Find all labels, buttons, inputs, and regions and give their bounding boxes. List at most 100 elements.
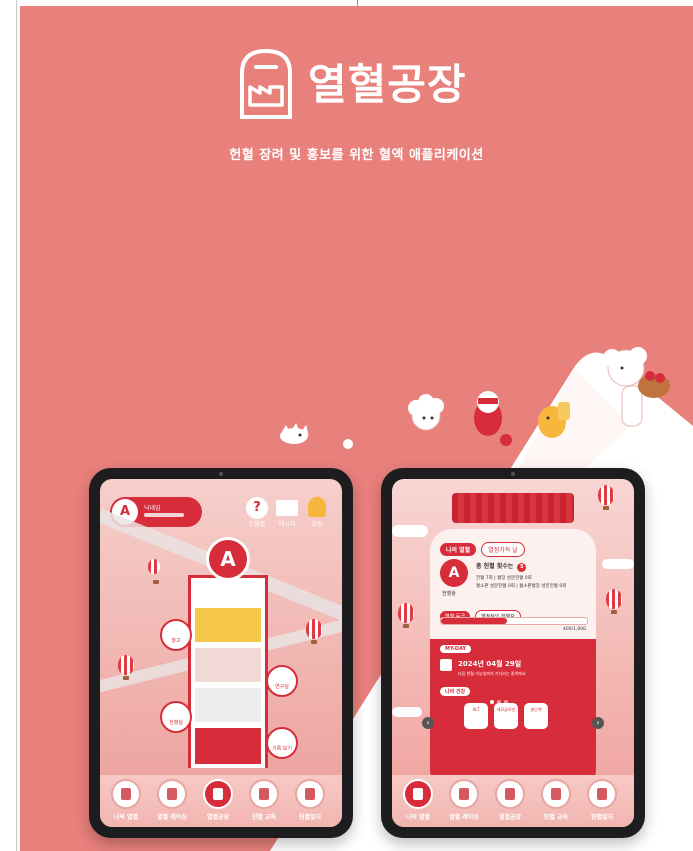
left-tablet: A 닉네임 ? 도움말 메시지 알림 A 창고 연구실 헌혈실 기록 보기 나의… (89, 468, 353, 838)
hot-air-balloon (118, 655, 134, 680)
bell-icon (308, 497, 326, 517)
building-floor (195, 648, 261, 682)
nav-icon (295, 779, 325, 809)
nav-label: 나의 열혈 (405, 814, 431, 821)
nav-item[interactable]: 헌혈 교육 (536, 779, 576, 821)
prev-arrow-button[interactable]: ‹ (422, 717, 434, 729)
tab-row: 나의 열혈 열정가득 날 (440, 537, 525, 557)
nav-icon (157, 779, 187, 809)
frame-divider (16, 0, 17, 851)
floor-bubble[interactable]: 연구실 (266, 665, 298, 697)
hot-air-balloon (606, 589, 622, 614)
building-floor (195, 608, 261, 642)
top-icon-mail[interactable]: 메시지 (274, 497, 300, 528)
top-icon-help[interactable]: ? 도움말 (244, 497, 270, 528)
floor-bubble[interactable]: 기록 보기 (266, 727, 298, 759)
bottle-cap (452, 493, 574, 523)
tab-passion[interactable]: 열정가득 날 (481, 542, 525, 557)
cloud (392, 525, 428, 537)
myday-desc: 다음 헌혈 가능일까지 기다리는 중이에요 (458, 671, 526, 676)
myday-date: 2024년 04월 29일 (458, 660, 522, 668)
blood-type-drop: A (440, 559, 468, 587)
nav-label: 헌혈 교육 (251, 814, 277, 821)
floor-bubble[interactable]: 헌혈실 (160, 701, 192, 733)
nav-item[interactable]: 헌혈 교육 (244, 779, 284, 821)
progress-track (440, 617, 588, 625)
progress-text: 400/1,000 (563, 627, 586, 632)
nav-icon (111, 779, 141, 809)
nav-label: 열혈공장 (498, 814, 522, 821)
left-tablet-screen: A 닉네임 ? 도움말 메시지 알림 A 창고 연구실 헌혈실 기록 보기 나의… (100, 479, 342, 827)
camera-dot (219, 472, 223, 476)
next-arrow-button[interactable]: › (592, 717, 604, 729)
hot-air-balloon (598, 485, 614, 510)
profile-bar (144, 513, 184, 517)
nav-label: 열혈공장 (206, 814, 230, 821)
nav-item[interactable]: 헌혈일지 (582, 779, 622, 821)
poster: 열혈공장 헌혈 장려 및 홍보를 위한 혈액 애플리케이션 A 닉네임 ? 도움… (20, 6, 693, 851)
nav-icon (449, 779, 479, 809)
hot-air-balloon (148, 559, 160, 584)
count-value: 5 (517, 563, 527, 572)
health-label: 나의 건강 (440, 687, 471, 696)
question-icon: ? (246, 497, 268, 519)
nav-label: 나의 열혈 (113, 814, 139, 821)
card-red-section: MY-DAY 2024년 04월 29일 다음 헌혈 가능일까지 기다리는 중이… (430, 639, 596, 781)
top-icon-label: 도움말 (248, 521, 266, 528)
info-line-1: 전혈 7회 | 혈장 성분헌혈 0회 (476, 576, 532, 581)
blood-caption: 헌혈왕 (442, 591, 456, 597)
top-icon-label: 메시지 (278, 521, 296, 528)
nav-item[interactable]: 열혈공장 (490, 779, 530, 821)
nav-item[interactable]: 열혈 레이싱 (152, 779, 192, 821)
nav-label: 헌혈일지 (298, 814, 322, 821)
nav-icon (541, 779, 571, 809)
nav-icon (203, 779, 233, 809)
app-logo: 열혈공장 (236, 43, 506, 123)
health-item[interactable]: ALT (464, 703, 488, 729)
top-icon-label: 알림 (311, 521, 323, 528)
myday-label: MY-DAY (440, 645, 472, 653)
factory-logo-icon (240, 48, 292, 119)
building-floor (195, 688, 261, 722)
mail-icon (276, 500, 298, 516)
app-title: 열혈공장 (308, 60, 467, 109)
nav-item[interactable]: 열혈 레이싱 (444, 779, 484, 821)
count-text: 총 헌혈 횟수는 (476, 563, 514, 570)
top-icon-bell[interactable]: 알림 (304, 497, 330, 528)
mascot-characters (279, 347, 670, 449)
blood-type-sign[interactable]: A (206, 537, 250, 581)
profile-name: 닉네임 (144, 505, 161, 512)
bottom-nav: 나의 열혈 열혈 레이싱 열혈공장 헌혈 교육 헌혈일지 (100, 775, 342, 827)
bottom-nav: 나의 열혈 열혈 레이싱 열혈공장 헌혈 교육 헌혈일지 (392, 775, 634, 827)
factory-building (188, 575, 268, 768)
building-floor (195, 728, 261, 764)
health-item[interactable]: 총단백 (524, 703, 548, 729)
right-tablet-screen: 나의 열혈 열정가득 날 A 헌혈왕 총 헌혈 횟수는 5 전혈 7회 | 혈장… (392, 479, 634, 827)
nav-icon (403, 779, 433, 809)
hot-air-balloon (398, 603, 414, 628)
nav-label: 헌혈 교육 (543, 814, 569, 821)
calendar-icon (440, 659, 452, 671)
status-card: 나의 열혈 열정가득 날 A 헌혈왕 총 헌혈 횟수는 5 전혈 7회 | 혈장… (430, 529, 596, 781)
camera-dot (511, 472, 515, 476)
nav-item-active[interactable]: 열혈공장 (198, 779, 238, 821)
nav-item-active[interactable]: 나의 열혈 (398, 779, 438, 821)
nav-icon (495, 779, 525, 809)
cloud (602, 559, 634, 569)
health-item[interactable]: 헤모글로빈 (494, 703, 518, 729)
progress-fill (441, 618, 507, 624)
tab-my[interactable]: 나의 열혈 (440, 543, 477, 556)
cloud (392, 707, 422, 717)
nav-icon (249, 779, 279, 809)
nav-label: 열혈 레이싱 (449, 814, 479, 821)
app-subtitle: 헌혈 장려 및 홍보를 위한 혈액 애플리케이션 (229, 148, 484, 163)
nav-label: 헌혈일지 (590, 814, 614, 821)
floor-bubble[interactable]: 창고 (160, 619, 192, 651)
nav-item[interactable]: 헌혈일지 (290, 779, 330, 821)
info-line-2: 혈소판 성분헌혈 0회 | 혈소판혈장 성분헌혈 0회 (476, 584, 567, 589)
nav-item[interactable]: 나의 열혈 (106, 779, 146, 821)
right-tablet: 나의 열혈 열정가득 날 A 헌혈왕 총 헌혈 횟수는 5 전혈 7회 | 혈장… (381, 468, 645, 838)
nav-icon (587, 779, 617, 809)
nav-label: 열혈 레이싱 (157, 814, 187, 821)
dot (490, 700, 494, 704)
